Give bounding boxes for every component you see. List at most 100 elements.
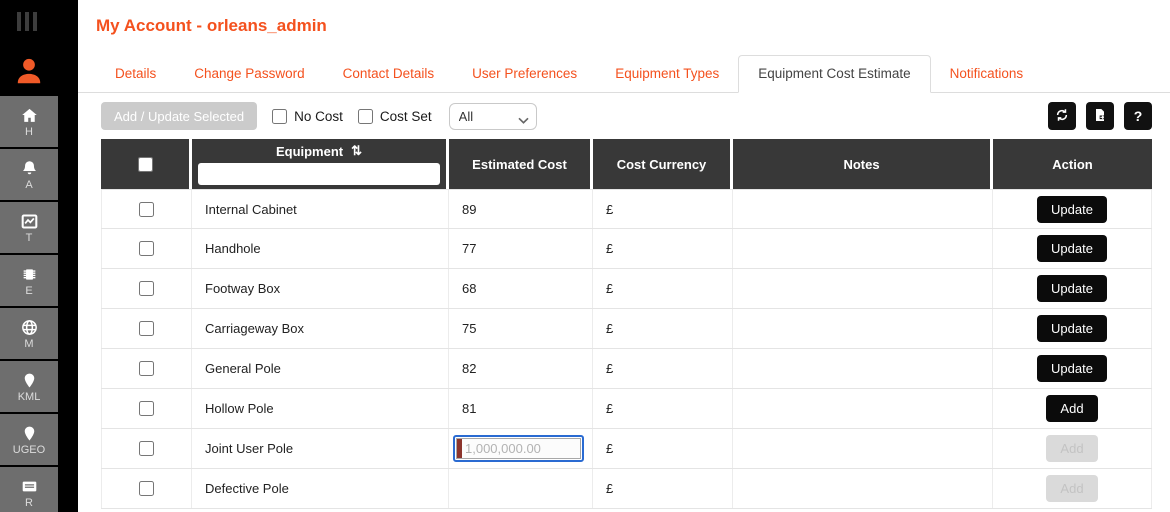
export-button[interactable]: [1086, 102, 1114, 130]
tab-equipment-cost-estimate[interactable]: Equipment Cost Estimate: [738, 55, 931, 93]
table-row: Carriageway Box 75 £ Update: [101, 309, 1152, 349]
table-row: Hollow Pole 81 £ Add: [101, 389, 1152, 429]
pin-icon: [21, 371, 38, 390]
currency-cell: £: [593, 309, 733, 348]
equipment-cell: General Pole: [192, 349, 449, 388]
header-action: Action: [993, 139, 1152, 189]
sidebar-item-label: A: [25, 178, 33, 191]
tab-notifications[interactable]: Notifications: [931, 56, 1043, 92]
tab-details[interactable]: Details: [96, 56, 175, 92]
tab-bar: Details Change Password Contact Details …: [78, 55, 1170, 93]
sidebar-item-label: UGEO: [12, 443, 46, 456]
tab-contact-details[interactable]: Contact Details: [324, 56, 454, 92]
equipment-cell: Joint User Pole: [192, 429, 449, 468]
row-checkbox[interactable]: [139, 201, 154, 217]
currency-cell: £: [593, 389, 733, 428]
user-avatar-icon[interactable]: [13, 55, 45, 87]
row-checkbox[interactable]: [139, 481, 154, 496]
add-button[interactable]: Add: [1046, 395, 1098, 422]
table-row: Joint User Pole £ Add: [101, 429, 1152, 469]
sidebar-item-label: T: [25, 231, 33, 244]
equipment-filter-select[interactable]: All: [448, 102, 537, 130]
cost-set-checkbox[interactable]: [357, 108, 373, 124]
sidebar-item-h[interactable]: H: [0, 96, 58, 147]
estimated-cost-cell: 89: [449, 190, 593, 228]
update-button[interactable]: Update: [1037, 315, 1107, 342]
update-button[interactable]: Update: [1037, 355, 1107, 382]
row-checkbox[interactable]: [139, 401, 154, 416]
equipment-cost-table: Equipment ⇅ Estimated Cost Cost Currency…: [101, 139, 1152, 509]
cost-input-focus-ring: [453, 435, 584, 462]
header-notes: Notes: [733, 139, 990, 189]
globe-icon: [20, 318, 39, 337]
sidebar-item-t[interactable]: T: [0, 202, 58, 253]
equipment-cell: Carriageway Box: [192, 309, 449, 348]
chart-icon: [20, 212, 39, 231]
notes-cell: [733, 269, 993, 308]
main-content: My Account - orleans_admin Details Chang…: [78, 0, 1170, 512]
tab-change-password[interactable]: Change Password: [175, 56, 323, 92]
row-checkbox[interactable]: [139, 441, 154, 456]
currency-cell: £: [593, 349, 733, 388]
sidebar-item-kml[interactable]: KML: [0, 361, 58, 412]
notes-cell: [733, 389, 993, 428]
notes-cell: [733, 309, 993, 348]
table-row: Internal Cabinet 89 £ Update: [101, 189, 1152, 229]
estimated-cost-cell: 82: [449, 349, 593, 388]
equipment-filter-input[interactable]: [198, 163, 440, 185]
table-row: Handhole 77 £ Update: [101, 229, 1152, 269]
table-row: Footway Box 68 £ Update: [101, 269, 1152, 309]
sidebar-item-label: H: [25, 125, 33, 138]
sidebar-item-label: M: [24, 337, 34, 350]
help-button[interactable]: ?: [1124, 102, 1152, 130]
sidebar-item-m[interactable]: M: [0, 308, 58, 359]
no-cost-checkbox[interactable]: [272, 108, 288, 124]
sidebar-item-a[interactable]: A: [0, 149, 58, 200]
bell-icon: [20, 159, 39, 178]
sidebar-item-label: KML: [17, 390, 41, 403]
row-checkbox[interactable]: [139, 361, 154, 376]
help-icon: ?: [1133, 108, 1143, 124]
table-body: Internal Cabinet 89 £ Update Handhole 77…: [101, 189, 1152, 509]
card-icon: [20, 477, 39, 496]
row-checkbox[interactable]: [139, 241, 154, 256]
estimated-cost-cell: 68: [449, 269, 593, 308]
currency-cell: £: [593, 269, 733, 308]
estimated-cost-cell: [449, 469, 593, 508]
menu-toggle-icon[interactable]: [17, 12, 78, 31]
equipment-cell: Footway Box: [192, 269, 449, 308]
tab-equipment-types[interactable]: Equipment Types: [596, 56, 738, 92]
sidebar-item-e[interactable]: E: [0, 255, 58, 306]
cost-set-label: Cost Set: [379, 108, 432, 124]
select-all-checkbox[interactable]: [137, 156, 153, 172]
row-checkbox[interactable]: [139, 281, 154, 296]
refresh-button[interactable]: [1048, 102, 1076, 130]
sort-icon[interactable]: ⇅: [351, 143, 362, 159]
equipment-cell: Hollow Pole: [192, 389, 449, 428]
currency-cell: £: [593, 469, 733, 508]
tab-user-preferences[interactable]: User Preferences: [453, 56, 596, 92]
notes-cell: [733, 429, 993, 468]
notes-cell: [733, 190, 993, 228]
estimated-cost-input[interactable]: [462, 439, 580, 458]
add-update-selected-button[interactable]: Add / Update Selected: [101, 102, 258, 130]
update-button[interactable]: Update: [1037, 275, 1107, 302]
update-button[interactable]: Update: [1037, 235, 1107, 262]
row-checkbox[interactable]: [139, 321, 154, 336]
no-cost-label: No Cost: [294, 108, 343, 124]
home-icon: [20, 106, 39, 125]
currency-cell: £: [593, 190, 733, 228]
toolbar: Add / Update Selected No Cost Cost Set A…: [101, 102, 1152, 130]
notes-cell: [733, 469, 993, 508]
update-button[interactable]: Update: [1037, 195, 1107, 223]
equipment-cell: Handhole: [192, 229, 449, 268]
estimated-cost-cell: 81: [449, 389, 593, 428]
pin-icon: [21, 424, 38, 443]
sidebar-item-label: E: [25, 284, 33, 297]
chip-icon: [20, 265, 39, 284]
sidebar-item-r[interactable]: R: [0, 467, 58, 512]
sidebar-item-ugeo[interactable]: UGEO: [0, 414, 58, 465]
page-title: My Account - orleans_admin: [96, 16, 327, 35]
currency-cell: £: [593, 229, 733, 268]
add-button-disabled: Add: [1046, 475, 1098, 502]
